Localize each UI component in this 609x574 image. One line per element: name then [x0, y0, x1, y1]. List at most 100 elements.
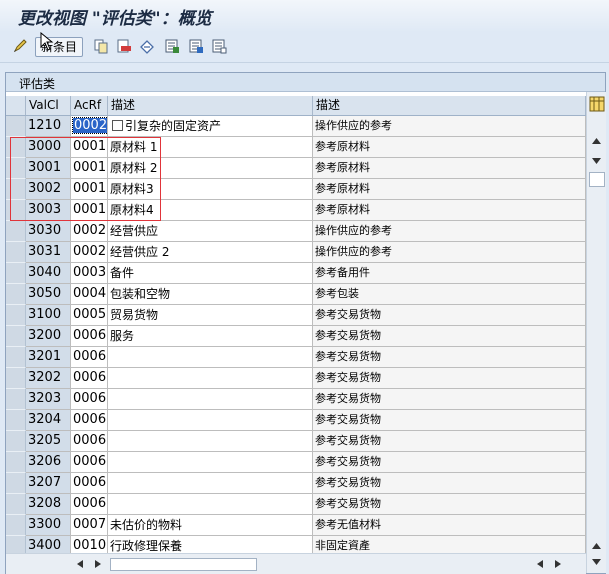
table-row[interactable]: 3205 0006 参考交易货物: [6, 431, 586, 452]
row-selector[interactable]: [6, 368, 26, 389]
edit-pencil-icon[interactable]: [12, 38, 28, 54]
description-cell[interactable]: 引复杂的固定资产: [108, 116, 313, 137]
table-row[interactable]: 3050 0004 包装和空物 参考包装: [6, 284, 586, 305]
row-selector[interactable]: [6, 263, 26, 284]
row-selector[interactable]: [6, 494, 26, 515]
row-selector[interactable]: [6, 158, 26, 179]
table-row[interactable]: 3202 0006 参考交易货物: [6, 368, 586, 389]
table-row[interactable]: 3000 0001 原材料 1 参考原材料: [6, 137, 586, 158]
description-cell[interactable]: 原材料4: [108, 200, 313, 221]
row-selector[interactable]: [6, 515, 26, 536]
account-ref-cell[interactable]: 0002: [71, 242, 108, 263]
table-row[interactable]: 3002 0001 原材料3 参考原材料: [6, 179, 586, 200]
account-ref-cell[interactable]: 0005: [71, 305, 108, 326]
vertical-scroll-thumb[interactable]: [589, 172, 605, 187]
row-selector[interactable]: [6, 305, 26, 326]
account-ref-cell[interactable]: 0003: [71, 263, 108, 284]
account-ref-cell[interactable]: 0002: [71, 116, 108, 137]
description-cell[interactable]: [108, 410, 313, 431]
copy-icon[interactable]: [93, 38, 109, 54]
table-row[interactable]: 3100 0005 贸易货物 参考交易货物: [6, 305, 586, 326]
row-selector[interactable]: [6, 137, 26, 158]
table-row[interactable]: 3203 0006 参考交易货物: [6, 389, 586, 410]
deselect-all-icon[interactable]: [211, 38, 227, 54]
table-row[interactable]: 3001 0001 原材料 2 参考原材料: [6, 158, 586, 179]
description-cell[interactable]: 原材料3: [108, 179, 313, 200]
table-row[interactable]: 3040 0003 备件 参考备用件: [6, 263, 586, 284]
horizontal-scroll-thumb[interactable]: [110, 558, 257, 571]
table-row[interactable]: 3207 0006 参考交易货物: [6, 473, 586, 494]
account-ref-cell[interactable]: 0006: [71, 368, 108, 389]
description-cell[interactable]: 经营供应 2: [108, 242, 313, 263]
row-selector[interactable]: [6, 221, 26, 242]
scroll-page-up-icon[interactable]: [591, 542, 602, 550]
row-selector[interactable]: [6, 389, 26, 410]
horizontal-scrollbar[interactable]: [6, 553, 586, 574]
table-row[interactable]: 3208 0006 参考交易货物: [6, 494, 586, 515]
scroll-up-arrow-icon[interactable]: [591, 137, 602, 145]
vertical-scrollbar[interactable]: [586, 92, 606, 573]
col-header-acrf[interactable]: AcRf: [71, 96, 108, 115]
select-all-rows-header[interactable]: [6, 96, 26, 115]
row-selector[interactable]: [6, 326, 26, 347]
table-row[interactable]: 3030 0002 经营供应 操作供应的参考: [6, 221, 586, 242]
row-selector[interactable]: [6, 284, 26, 305]
account-ref-cell[interactable]: 0006: [71, 410, 108, 431]
account-ref-cell[interactable]: 0006: [71, 473, 108, 494]
account-ref-cell[interactable]: 0006: [71, 326, 108, 347]
col-header-acrf-description[interactable]: 描述: [313, 96, 586, 115]
delete-icon[interactable]: [116, 38, 132, 54]
scroll-end-left-arrow-icon[interactable]: [536, 559, 544, 569]
table-row[interactable]: 3300 0007 未估价的物料 参考无值材料: [6, 515, 586, 536]
table-row[interactable]: 3206 0006 参考交易货物: [6, 452, 586, 473]
description-cell[interactable]: [108, 347, 313, 368]
row-checkbox[interactable]: [112, 120, 123, 131]
table-row[interactable]: 3003 0001 原材料4 参考原材料: [6, 200, 586, 221]
select-block-icon[interactable]: [188, 38, 204, 54]
scroll-page-down-icon[interactable]: [591, 558, 602, 566]
description-cell[interactable]: [108, 473, 313, 494]
description-cell[interactable]: [108, 368, 313, 389]
description-cell[interactable]: 包装和空物: [108, 284, 313, 305]
table-row[interactable]: 1210 0002 引复杂的固定资产 操作供应的参考: [6, 116, 586, 137]
account-ref-cell[interactable]: 0004: [71, 284, 108, 305]
table-row[interactable]: 3201 0006 参考交易货物: [6, 347, 586, 368]
row-selector[interactable]: [6, 347, 26, 368]
account-ref-cell[interactable]: 0001: [71, 200, 108, 221]
account-ref-cell[interactable]: 0001: [71, 137, 108, 158]
description-cell[interactable]: 服务: [108, 326, 313, 347]
row-selector[interactable]: [6, 116, 26, 137]
account-ref-cell[interactable]: 0006: [71, 494, 108, 515]
account-ref-cell[interactable]: 0006: [71, 389, 108, 410]
account-ref-cell[interactable]: 0007: [71, 515, 108, 536]
account-ref-cell[interactable]: 0006: [71, 452, 108, 473]
description-cell[interactable]: 备件: [108, 263, 313, 284]
col-header-description[interactable]: 描述: [108, 96, 313, 115]
table-row[interactable]: 3204 0006 参考交易货物: [6, 410, 586, 431]
row-selector[interactable]: [6, 242, 26, 263]
account-ref-cell[interactable]: 0006: [71, 347, 108, 368]
account-ref-cell[interactable]: 0001: [71, 158, 108, 179]
description-cell[interactable]: [108, 452, 313, 473]
row-selector[interactable]: [6, 452, 26, 473]
row-selector[interactable]: [6, 431, 26, 452]
description-cell[interactable]: 经营供应: [108, 221, 313, 242]
column-settings-icon[interactable]: [589, 96, 605, 112]
description-cell[interactable]: [108, 431, 313, 452]
account-ref-cell[interactable]: 0006: [71, 431, 108, 452]
scroll-end-right-arrow-icon[interactable]: [554, 559, 562, 569]
undo-icon[interactable]: [139, 38, 155, 54]
table-row[interactable]: 3200 0006 服务 参考交易货物: [6, 326, 586, 347]
row-selector[interactable]: [6, 473, 26, 494]
description-cell[interactable]: [108, 389, 313, 410]
description-cell[interactable]: 贸易货物: [108, 305, 313, 326]
table-row[interactable]: 3031 0002 经营供应 2 操作供应的参考: [6, 242, 586, 263]
select-all-icon[interactable]: [164, 38, 180, 54]
scroll-down-arrow-icon[interactable]: [591, 157, 602, 165]
col-header-valcl[interactable]: ValCl: [26, 96, 71, 115]
row-selector[interactable]: [6, 179, 26, 200]
account-ref-cell[interactable]: 0002: [71, 221, 108, 242]
description-cell[interactable]: 未估价的物料: [108, 515, 313, 536]
description-cell[interactable]: 原材料 2: [108, 158, 313, 179]
scroll-left-arrow-icon[interactable]: [76, 559, 84, 569]
